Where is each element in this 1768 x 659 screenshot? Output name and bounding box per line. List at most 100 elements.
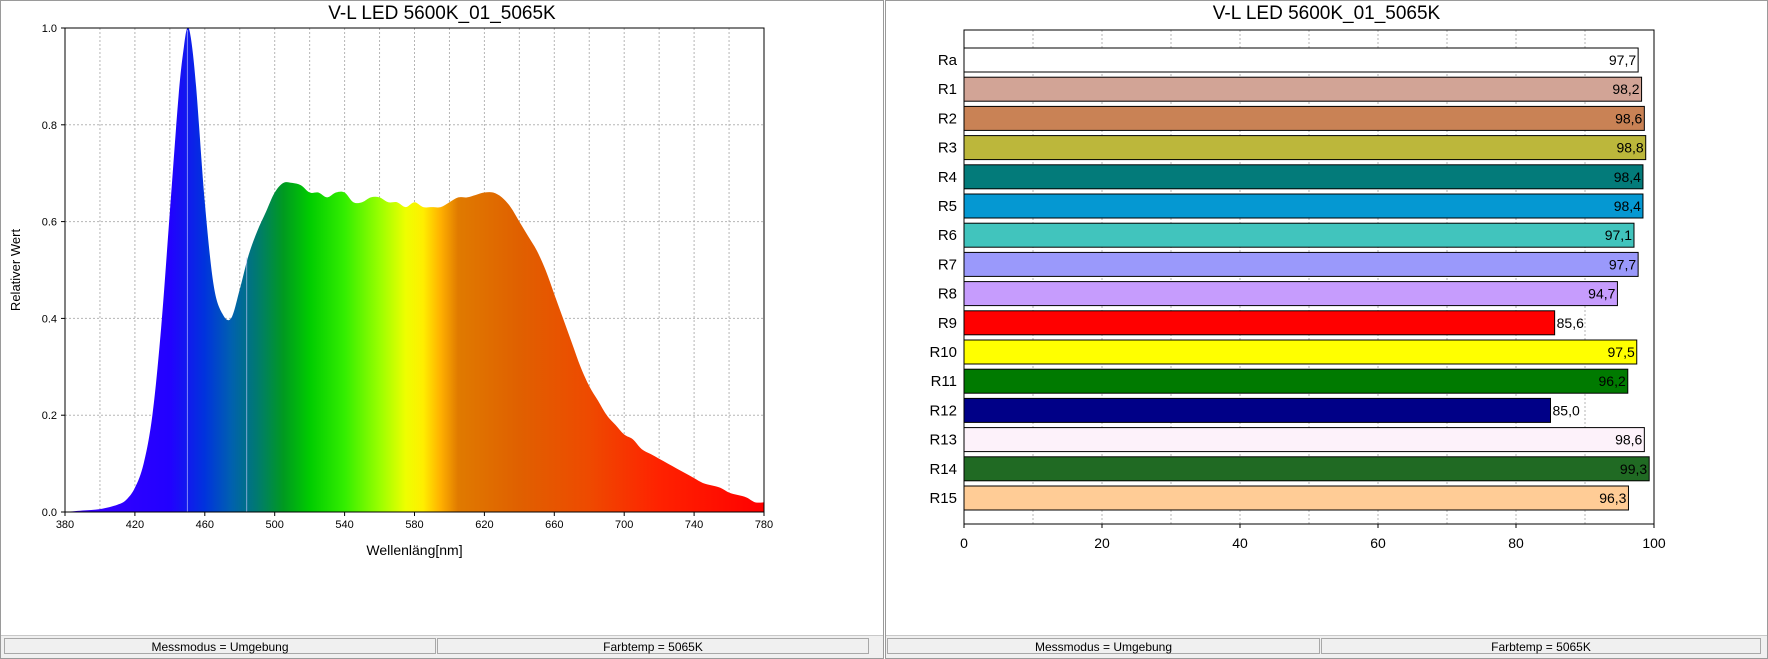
cri-value-label: 97,7: [1609, 52, 1636, 68]
cri-value-label: 97,7: [1609, 256, 1636, 272]
cri-value-label: 97,5: [1608, 344, 1635, 360]
cri-bar-group: R6 97,1: [938, 222, 1635, 248]
cri-bar: [963, 485, 1629, 511]
cri-x-tick-label: 20: [1094, 535, 1110, 551]
cri-bar: [963, 193, 1644, 219]
cri-value-label: 85,6: [1557, 315, 1584, 331]
x-tick-label: 540: [335, 519, 353, 531]
cri-chart: Ra 97,7 R1 98,2 R2 98,6 R3 98,8 R4 98,4 R5 98,4 R6 97…: [929, 29, 1666, 551]
cri-bar-group: R14 99,3: [929, 456, 1650, 482]
x-tick-label: 380: [56, 519, 74, 531]
cri-value-label: 96,2: [1599, 373, 1626, 389]
spectrum-panel: V-L LED 5600K_01_5065K 380 420 460 500 540 58…: [0, 0, 884, 659]
x-tick-label: 780: [755, 519, 773, 531]
cri-category-label: R14: [929, 461, 957, 478]
cri-bar: [963, 339, 1638, 365]
cri-category-label: R8: [938, 286, 957, 303]
cri-bar: [963, 47, 1639, 73]
cri-bar-group: R8 94,7: [938, 281, 1618, 307]
cri-bar-group: R1 98,2: [938, 76, 1643, 102]
status-temp-right: Farbtemp = 5065K: [1321, 638, 1761, 654]
y-tick-label: 0.8: [42, 120, 57, 132]
cri-bar: [963, 310, 1556, 336]
status-bar-right: Messmodus = Umgebung Farbtemp = 5065K: [886, 635, 1767, 658]
y-tick-label: 1.0: [42, 23, 57, 35]
cri-bar: [963, 135, 1647, 161]
cri-bar-group: R9 85,6: [938, 310, 1584, 336]
cri-value-label: 98,4: [1614, 198, 1641, 214]
x-axis-ticks: 380 420 460 500 540 580 620 660 700 740 780: [56, 512, 773, 531]
cri-x-tick-label: 100: [1642, 535, 1666, 551]
cri-bar-group: R15 96,3: [929, 485, 1629, 511]
cri-value-label: 98,4: [1614, 169, 1641, 185]
cri-bar-group: R3 98,8: [938, 135, 1647, 161]
cri-category-label: R4: [938, 169, 957, 186]
cri-value-label: 85,0: [1553, 402, 1580, 418]
cri-category-label: R10: [929, 344, 957, 361]
spectrum-chart: 380 420 460 500 540 580 620 660 700 740 780 0.0 0.2…: [8, 23, 773, 558]
cri-value-label: 96,3: [1599, 490, 1626, 506]
cri-bar-group: R11 96,2: [931, 368, 1629, 394]
x-tick-label: 580: [405, 519, 423, 531]
cri-x-tick-label: 60: [1370, 535, 1386, 551]
y-axis-ticks: 0.0 0.2 0.4 0.6 0.8 1.0: [42, 23, 65, 519]
x-tick-label: 620: [475, 519, 493, 531]
status-bar-left: Messmodus = Umgebung Farbtemp = 5065K: [1, 635, 883, 658]
cri-bar: [963, 164, 1644, 190]
x-axis-label: Wellenläng[nm]: [366, 542, 462, 558]
cri-category-label: R11: [931, 373, 957, 390]
cri-x-axis-ticks: 0 20 40 60 80 100: [960, 524, 1666, 551]
x-tick-label: 500: [266, 519, 284, 531]
cri-category-label: R9: [938, 315, 957, 332]
cri-category-label: R12: [929, 402, 957, 419]
x-tick-label: 740: [685, 519, 703, 531]
cri-bar: [963, 456, 1650, 482]
cri-bar: [963, 281, 1618, 307]
cri-x-tick-label: 80: [1508, 535, 1524, 551]
cri-bar-group: R7 97,7: [938, 251, 1639, 277]
cri-value-label: 94,7: [1588, 286, 1615, 302]
y-tick-label: 0.2: [42, 410, 57, 422]
cri-category-label: Ra: [938, 52, 958, 69]
cri-x-tick-label: 40: [1232, 535, 1248, 551]
cri-category-label: R13: [929, 432, 957, 449]
cri-category-label: R3: [938, 140, 957, 157]
y-tick-label: 0.4: [42, 313, 57, 325]
x-tick-label: 420: [126, 519, 144, 531]
cri-value-label: 98,6: [1615, 432, 1642, 448]
cri-bar: [963, 251, 1639, 277]
cri-value-label: 98,6: [1615, 110, 1642, 126]
cri-category-label: R5: [938, 198, 957, 215]
cri-value-label: 98,8: [1616, 140, 1643, 156]
cri-bar-group: R4 98,4: [938, 164, 1644, 190]
cri-category-label: R7: [938, 256, 957, 273]
cri-bar-group: R10 97,5: [929, 339, 1638, 365]
x-tick-label: 660: [545, 519, 563, 531]
status-mode-right: Messmodus = Umgebung: [887, 638, 1320, 654]
y-tick-label: 0.0: [42, 507, 57, 519]
cri-bar: [963, 397, 1551, 423]
cri-bar-group: R5 98,4: [938, 193, 1644, 219]
cri-value-label: 99,3: [1620, 461, 1647, 477]
cri-category-label: R1: [938, 81, 957, 98]
cri-bars: Ra 97,7 R1 98,2 R2 98,6 R3 98,8 R4 98,4 R5 98,4 R6 97…: [929, 47, 1650, 511]
cri-bar: [963, 105, 1645, 131]
y-tick-label: 0.6: [42, 217, 57, 229]
cri-category-label: R2: [938, 110, 957, 127]
cri-value-label: 98,2: [1612, 81, 1639, 97]
y-axis-label: Relativer Wert: [8, 229, 23, 312]
cri-bar-group: R2 98,6: [938, 105, 1645, 131]
cri-bar-group: R12 85,0: [929, 397, 1580, 423]
cri-value-label: 97,1: [1605, 227, 1632, 243]
cri-category-label: R15: [929, 490, 957, 507]
cri-category-label: R6: [938, 227, 957, 244]
cri-x-tick-label: 0: [960, 535, 968, 551]
cri-bar: [963, 76, 1643, 102]
cri-bar: [963, 368, 1629, 394]
status-mode-left: Messmodus = Umgebung: [4, 638, 436, 654]
cri-bar: [963, 427, 1645, 453]
cri-bar-group: R13 98,6: [929, 427, 1645, 453]
x-tick-label: 460: [196, 519, 214, 531]
status-temp-left: Farbtemp = 5065K: [437, 638, 869, 654]
cri-bar-group: Ra 97,7: [938, 47, 1639, 73]
